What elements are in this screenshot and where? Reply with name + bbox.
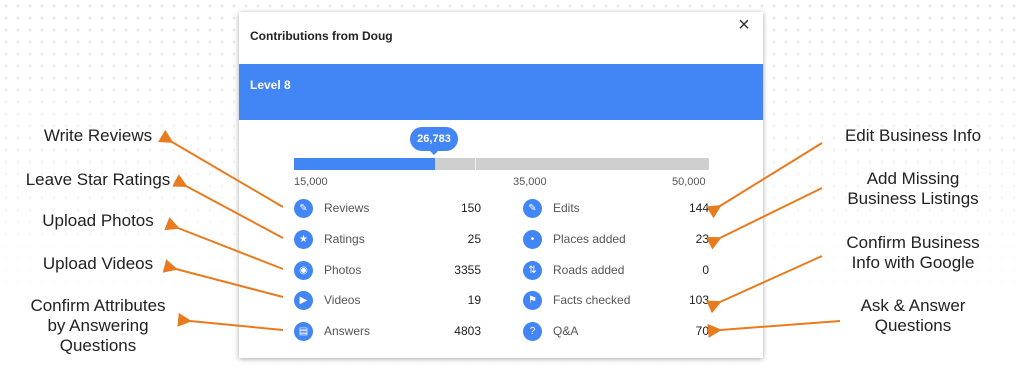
annotation-arrow-8 (706, 255, 823, 314)
annotation-arrow-9 (707, 320, 841, 338)
annotation-arrow-2 (172, 174, 284, 239)
annotation-arrow-4 (162, 259, 284, 298)
annotation-arrow-5 (177, 312, 284, 331)
annotation-arrow-3 (164, 217, 284, 270)
annotation-arrows (158, 129, 841, 338)
annotation-arrow-1 (158, 129, 284, 208)
